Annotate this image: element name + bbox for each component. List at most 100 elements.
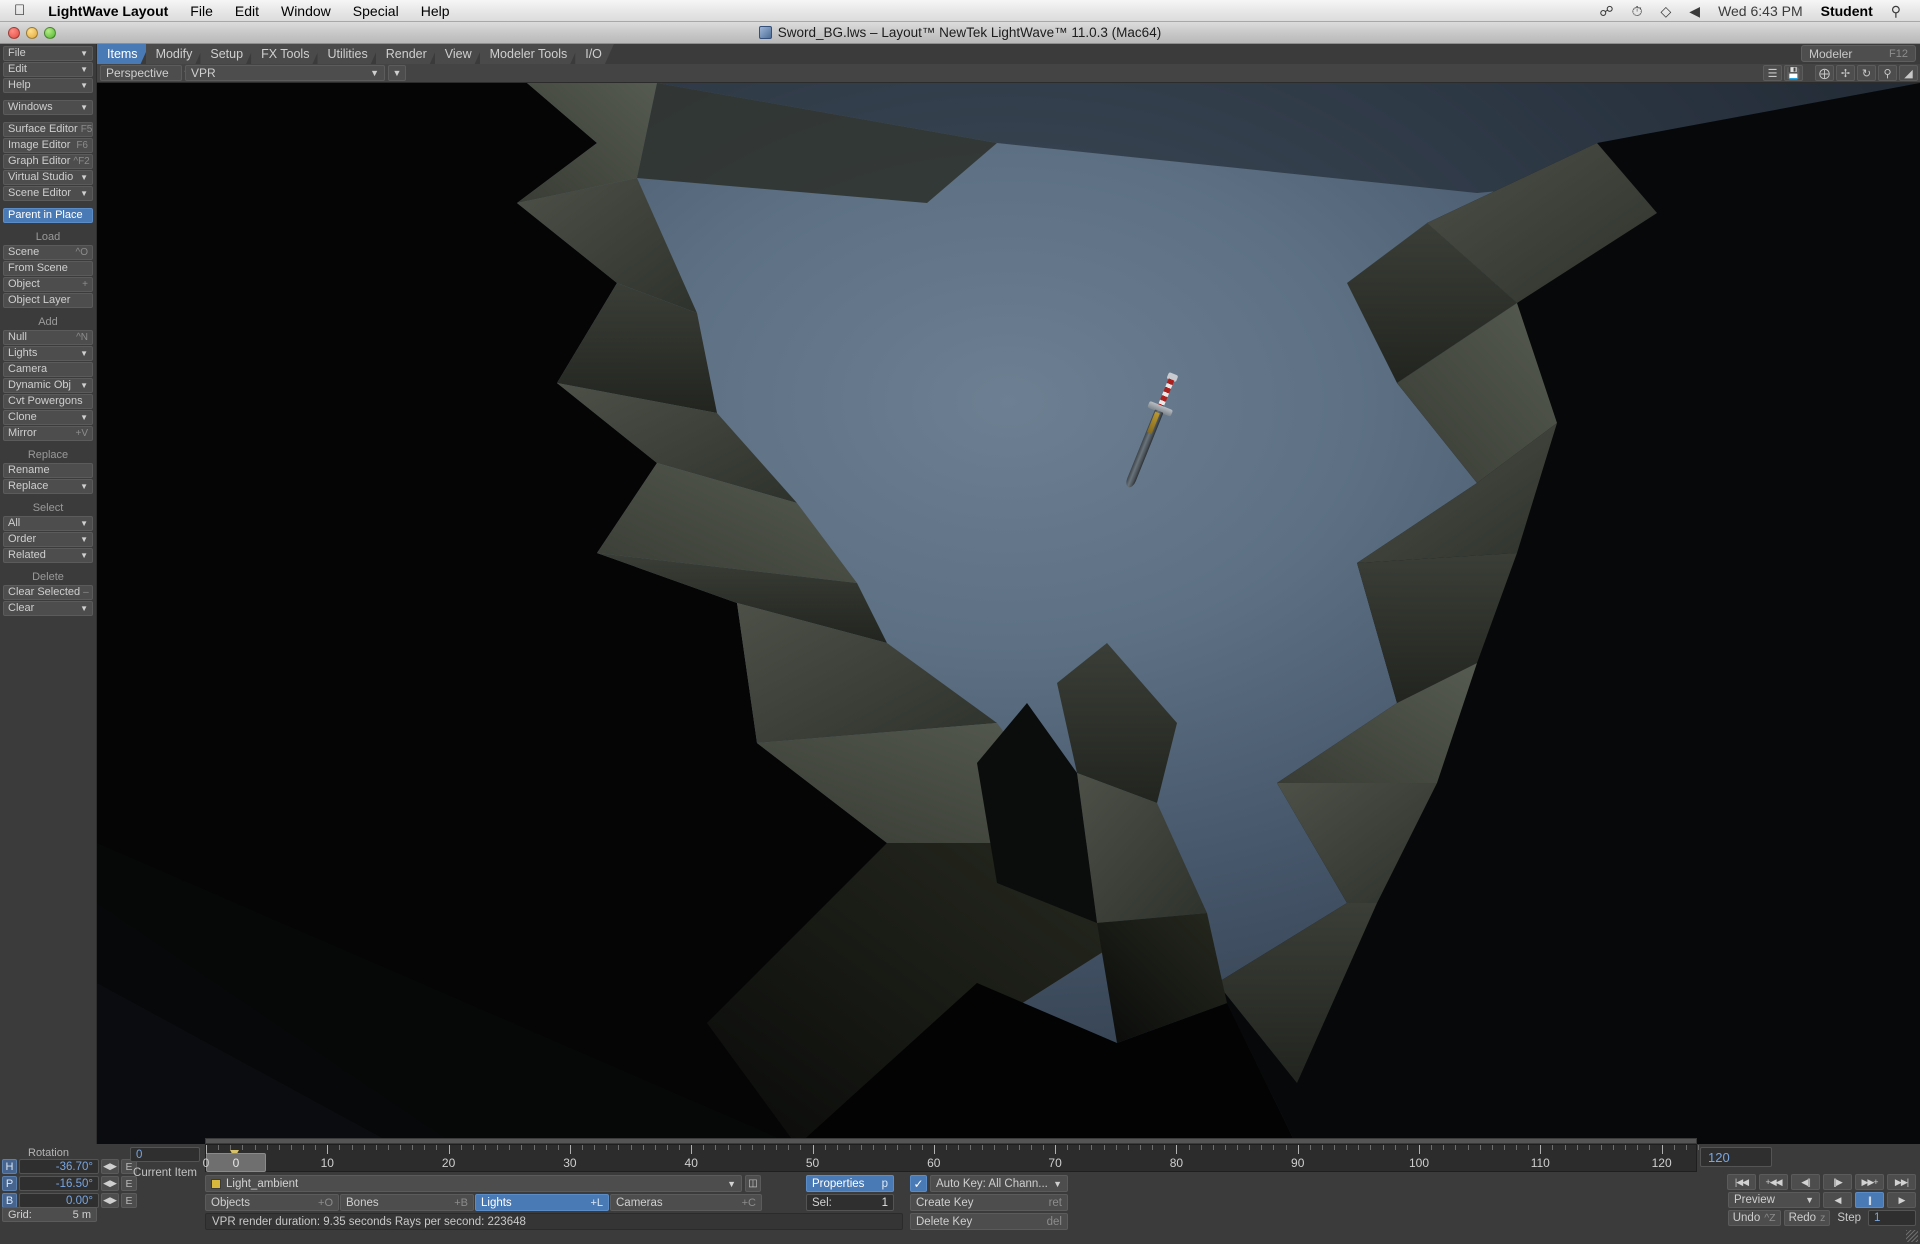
rotation-p-value[interactable]: -16.50° bbox=[19, 1176, 99, 1191]
redo-button[interactable]: Redo z bbox=[1783, 1210, 1831, 1226]
save-layout-icon[interactable]: 💾 bbox=[1784, 65, 1803, 81]
sidebar-item-clear[interactable]: Clear ▼ bbox=[3, 601, 93, 616]
item-properties-icon[interactable]: ◫ bbox=[745, 1175, 761, 1192]
volume-icon[interactable]: ◀ bbox=[1680, 0, 1709, 22]
sidebar-item-rename[interactable]: Rename bbox=[3, 463, 93, 478]
tab-modeler-tools[interactable]: Modeler Tools bbox=[480, 44, 580, 64]
tab-io[interactable]: I/O bbox=[575, 44, 614, 64]
timeline-slider[interactable]: 0 0 10 20 30 40 50 60 70 80 90 100 110 120 bbox=[203, 1144, 1699, 1172]
nudge-arrows-icon[interactable]: ◀▶ bbox=[101, 1193, 119, 1208]
sidebar-item-lights[interactable]: Lights ▼ bbox=[3, 346, 93, 361]
tab-utilities[interactable]: Utilities bbox=[317, 44, 379, 64]
select-bones-button[interactable]: Bones +B bbox=[340, 1194, 474, 1211]
end-frame-input[interactable]: 120 bbox=[1700, 1147, 1772, 1167]
sidebar-item-order[interactable]: Order ▼ bbox=[3, 532, 93, 547]
timeline-current-frame-handle[interactable]: 0 bbox=[206, 1153, 266, 1172]
viewport-render-mode-dropdown[interactable]: VPR ▼ bbox=[185, 65, 385, 81]
sidebar-item-virtual-studio[interactable]: Virtual Studio ▼ bbox=[3, 170, 93, 185]
nudge-arrows-icon[interactable]: ◀▶ bbox=[101, 1159, 119, 1174]
create-key-button[interactable]: Create Key ret bbox=[910, 1194, 1068, 1211]
nudge-arrows-icon[interactable]: ◀▶ bbox=[101, 1176, 119, 1191]
sidebar-item-related[interactable]: Related ▼ bbox=[3, 548, 93, 563]
sidebar-item-scene-editor[interactable]: Scene Editor ▼ bbox=[3, 186, 93, 201]
maximize-icon[interactable]: ◢ bbox=[1899, 65, 1918, 81]
step-value-input[interactable]: 1 bbox=[1868, 1210, 1916, 1226]
tab-modify[interactable]: Modify bbox=[146, 44, 205, 64]
viewport-view-mode-dropdown[interactable]: Perspective ▼ bbox=[100, 65, 192, 81]
grid-size-display[interactable]: Grid: 5 m bbox=[2, 1207, 97, 1222]
current-frame-input[interactable]: 0 bbox=[130, 1147, 200, 1162]
pause-icon[interactable]: || bbox=[1855, 1192, 1884, 1208]
properties-button[interactable]: Properties p bbox=[806, 1175, 894, 1192]
sidebar-item-clear-selected[interactable]: Clear Selected – bbox=[3, 585, 93, 600]
sidebar-item-object-layer[interactable]: Object Layer bbox=[3, 293, 93, 308]
list-icon[interactable]: ☰ bbox=[1763, 65, 1782, 81]
auto-key-dropdown[interactable]: Auto Key: All Chann... ▼ bbox=[930, 1175, 1068, 1192]
tab-fx-tools[interactable]: FX Tools bbox=[251, 44, 321, 64]
apple-icon[interactable]:  bbox=[0, 3, 37, 18]
menu-special[interactable]: Special bbox=[342, 0, 410, 22]
menu-window[interactable]: Window bbox=[270, 0, 342, 22]
auto-key-checkbox[interactable]: ✓ bbox=[910, 1175, 927, 1192]
sidebar-item-replace[interactable]: Replace ▼ bbox=[3, 479, 93, 494]
sidebar-item-windows[interactable]: Windows ▼ bbox=[3, 100, 93, 115]
sidebar-item-help[interactable]: Help ▼ bbox=[3, 78, 93, 93]
menu-file[interactable]: File bbox=[179, 0, 224, 22]
3d-viewport[interactable] bbox=[97, 83, 1920, 1146]
tab-items[interactable]: Items bbox=[97, 44, 150, 64]
axis-label-b[interactable]: B bbox=[2, 1193, 17, 1208]
undo-button[interactable]: Undo ^Z bbox=[1727, 1210, 1781, 1226]
menu-app-name[interactable]: LightWave Layout bbox=[37, 0, 179, 22]
preview-dropdown[interactable]: Preview ▼ bbox=[1728, 1192, 1820, 1208]
rotate-icon[interactable]: ↻ bbox=[1857, 65, 1876, 81]
menubar-user[interactable]: Student bbox=[1812, 0, 1882, 22]
axis-label-h[interactable]: H bbox=[2, 1159, 17, 1174]
sidebar-item-mirror[interactable]: Mirror +V bbox=[3, 426, 93, 441]
sidebar-item-all[interactable]: All ▼ bbox=[3, 516, 93, 531]
modeler-button[interactable]: Modeler F12 bbox=[1801, 45, 1916, 62]
sidebar-item-image-editor[interactable]: Image Editor F6 bbox=[3, 138, 93, 153]
step-forward-icon[interactable]: ||▶ bbox=[1823, 1174, 1852, 1190]
envelope-button-b[interactable]: E bbox=[121, 1193, 137, 1208]
tab-setup[interactable]: Setup bbox=[200, 44, 255, 64]
timemachine-icon[interactable]: ⏱ bbox=[1623, 0, 1652, 22]
current-item-dropdown[interactable]: Light_ambient ▼ bbox=[205, 1175, 742, 1192]
sidebar-item-clone[interactable]: Clone ▼ bbox=[3, 410, 93, 425]
go-to-end-icon[interactable]: ▶▶| bbox=[1887, 1174, 1916, 1190]
move-icon[interactable]: ✢ bbox=[1836, 65, 1855, 81]
rotation-h-value[interactable]: -36.70° bbox=[19, 1159, 99, 1174]
play-forward-icon[interactable]: ▶ bbox=[1887, 1192, 1916, 1208]
wifi-icon[interactable]: ◇ bbox=[1652, 0, 1681, 22]
sidebar-item-dynamic-obj[interactable]: Dynamic Obj ▼ bbox=[3, 378, 93, 393]
zoom-icon[interactable]: ⚲ bbox=[1878, 65, 1897, 81]
sidebar-item-null[interactable]: Null ^N bbox=[3, 330, 93, 345]
sidebar-item-cvt-powergons[interactable]: Cvt Powergons bbox=[3, 394, 93, 409]
sidebar-item-file[interactable]: File ▼ bbox=[3, 46, 93, 61]
select-objects-button[interactable]: Objects +O bbox=[205, 1194, 339, 1211]
viewport-render-options-dropdown[interactable]: ▼ bbox=[388, 65, 406, 81]
select-lights-button[interactable]: Lights +L bbox=[475, 1194, 609, 1211]
sidebar-item-object[interactable]: Object + bbox=[3, 277, 93, 292]
menu-edit[interactable]: Edit bbox=[224, 0, 270, 22]
prev-keyframe-icon[interactable]: +◀◀ bbox=[1759, 1174, 1788, 1190]
bluetooth-icon[interactable]: ☍ bbox=[1590, 0, 1622, 22]
sidebar-item-edit[interactable]: Edit ▼ bbox=[3, 62, 93, 77]
delete-key-button[interactable]: Delete Key del bbox=[910, 1213, 1068, 1230]
step-back-icon[interactable]: ◀|| bbox=[1791, 1174, 1820, 1190]
spotlight-search-icon[interactable]: ⚲ bbox=[1882, 0, 1910, 22]
tab-render[interactable]: Render bbox=[376, 44, 439, 64]
axis-label-p[interactable]: P bbox=[2, 1176, 17, 1191]
center-icon[interactable]: ⨁ bbox=[1815, 65, 1834, 81]
select-cameras-button[interactable]: Cameras +C bbox=[610, 1194, 762, 1211]
sidebar-item-graph-editor[interactable]: Graph Editor ^F2 bbox=[3, 154, 93, 169]
rotation-b-value[interactable]: 0.00° bbox=[19, 1193, 99, 1208]
sidebar-item-camera[interactable]: Camera bbox=[3, 362, 93, 377]
sidebar-item-surface-editor[interactable]: Surface Editor F5 bbox=[3, 122, 93, 137]
play-reverse-icon[interactable]: ◀ bbox=[1823, 1192, 1852, 1208]
next-keyframe-icon[interactable]: ▶▶+ bbox=[1855, 1174, 1884, 1190]
sidebar-item-from-scene[interactable]: From Scene bbox=[3, 261, 93, 276]
go-to-start-icon[interactable]: |◀◀ bbox=[1727, 1174, 1756, 1190]
menubar-clock[interactable]: Wed 6:43 PM bbox=[1709, 0, 1812, 22]
window-resize-grip[interactable] bbox=[1906, 1230, 1918, 1242]
tab-view[interactable]: View bbox=[435, 44, 484, 64]
